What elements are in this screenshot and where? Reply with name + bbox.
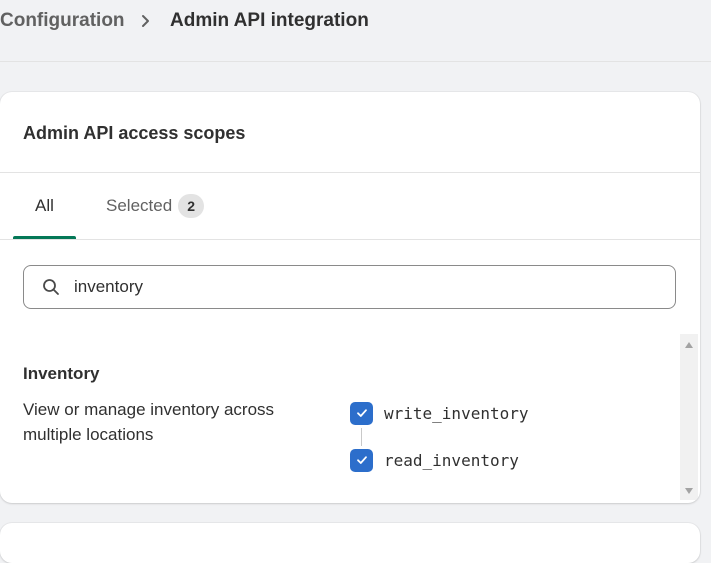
tab-all-label: All <box>35 196 54 215</box>
scope-write-inventory[interactable]: write_inventory <box>350 401 529 425</box>
read-inventory-checkbox[interactable] <box>350 448 373 472</box>
scope-connector-line <box>361 428 362 446</box>
scrollbar[interactable] <box>680 334 698 500</box>
card-title: Admin API access scopes <box>23 123 246 143</box>
section-description: View or manage inventory across multiple… <box>23 400 275 444</box>
scope-label: write_inventory <box>384 403 529 423</box>
scope-label: read_inventory <box>384 450 519 470</box>
scroll-up-arrow-icon[interactable] <box>685 342 693 348</box>
next-card <box>0 523 700 563</box>
selected-count-badge: 2 <box>178 194 205 218</box>
write-inventory-checkbox[interactable] <box>350 401 373 425</box>
tab-selected[interactable]: Selected 2 <box>106 173 205 239</box>
divider <box>0 239 700 240</box>
section-title-inventory: Inventory <box>23 364 100 383</box>
search-input[interactable] <box>74 266 654 308</box>
tab-selected-label: Selected <box>106 196 173 215</box>
scope-read-inventory[interactable]: read_inventory <box>350 448 519 472</box>
page-title: Admin API integration <box>170 10 369 31</box>
breadcrumb-configuration-link[interactable]: Configuration <box>0 9 125 33</box>
search-icon <box>43 279 59 295</box>
checkmark-icon <box>356 409 367 417</box>
divider <box>0 172 700 173</box>
tab-all[interactable]: All <box>13 173 76 239</box>
chevron-right-icon <box>142 15 149 27</box>
scroll-down-arrow-icon[interactable] <box>685 488 693 494</box>
top-bar: Configuration Admin API integration <box>0 0 711 62</box>
access-scopes-card: Admin API access scopes All Selected 2 I… <box>0 92 700 503</box>
checkmark-icon <box>356 456 367 464</box>
search-field[interactable] <box>23 265 676 309</box>
